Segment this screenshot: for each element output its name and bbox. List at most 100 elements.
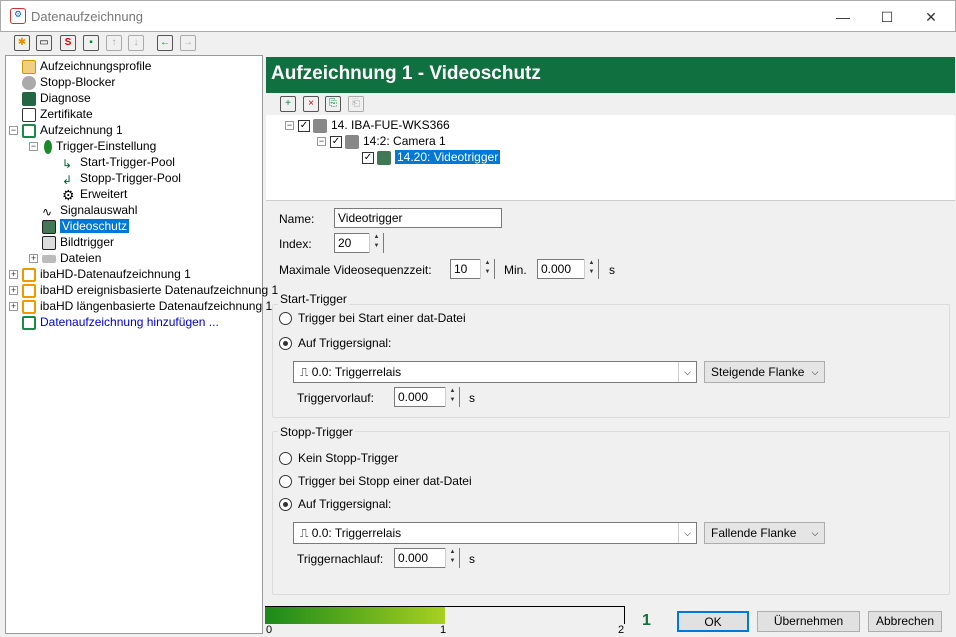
tree-item-aufzeichnungsprofile[interactable]: Aufzeichnungsprofile <box>22 58 151 74</box>
tree-item-ibahd-datenaufzeichnung[interactable]: ibaHD-Datenaufzeichnung 1 <box>22 266 191 282</box>
label: ibaHD längenbasierte Datenaufzeichnung 1 <box>40 299 273 313</box>
posttrigger-unit: s <box>469 552 475 566</box>
minutes-stepper[interactable]: ▲ ▼ <box>480 259 494 279</box>
index-stepper[interactable]: ▲ ▼ <box>369 233 383 253</box>
value: 0.0: Triggerrelais <box>311 365 402 379</box>
tree-item-start-trigger-pool[interactable]: ↳ Start-Trigger-Pool <box>62 154 175 171</box>
maximize-button[interactable]: ☐ <box>867 5 907 29</box>
tree-item-erweitert[interactable]: ⚙ Erweitert <box>62 186 127 202</box>
start-radio-trigger-signal[interactable]: Auf Triggersignal: <box>279 336 391 351</box>
posttrigger-stepper[interactable]: ▲ ▼ <box>445 548 459 568</box>
move-down-icon[interactable]: ↓ <box>128 35 144 51</box>
label: Start-Trigger-Pool <box>80 155 175 169</box>
tree-item-trigger-einstellung[interactable]: Trigger-Einstellung <box>44 138 156 154</box>
collapse-icon[interactable]: − <box>317 137 326 146</box>
name-label: Name: <box>279 212 315 226</box>
close-button[interactable]: ✕ <box>911 5 951 29</box>
tree-item-diagnose[interactable]: Diagnose <box>22 90 91 106</box>
tree-item-videoschutz[interactable]: Videoschutz <box>42 218 130 234</box>
checkbox[interactable]: ✓ <box>298 119 310 132</box>
checkbox[interactable]: ✓ <box>362 151 374 164</box>
tree-item-bildtrigger[interactable]: Bildtrigger <box>42 234 114 250</box>
chevron-down-icon: ⌵ <box>811 528 819 538</box>
pretrigger-stepper[interactable]: ▲ ▼ <box>445 387 459 407</box>
stop-signal-dropdown[interactable]: ⎍ 0.0: Triggerrelais ⌵ <box>293 522 697 544</box>
name-input[interactable] <box>334 208 502 228</box>
start-edge-dropdown[interactable]: Steigende Flanke ⌵ <box>704 361 825 383</box>
window-title: Datenaufzeichnung <box>31 9 144 24</box>
device-tree: − ✓ 14. IBA-FUE-WKS366 − ✓ 14:2: Camera 1 … <box>266 115 955 201</box>
checkbox[interactable]: ✓ <box>330 135 342 148</box>
tree-item-zertifikate[interactable]: Zertifikate <box>22 106 93 122</box>
label: Trigger bei Start einer dat-Datei <box>298 311 466 325</box>
app-icon: ⚙ <box>10 8 26 24</box>
seconds-label: s <box>609 263 615 277</box>
certificate-icon <box>22 107 36 122</box>
add-device-icon[interactable]: + <box>280 96 296 112</box>
ok-button[interactable]: OK <box>677 611 749 632</box>
label: ibaHD ereignisbasierte Datenaufzeichnung… <box>40 283 279 297</box>
apply-button[interactable]: Übernehmen <box>757 611 860 632</box>
trigger-icon <box>44 139 52 154</box>
paste-icon[interactable]: ⎗ <box>348 96 364 112</box>
open-folder-icon[interactable]: ▭ <box>36 35 52 51</box>
expand-icon[interactable]: + <box>29 254 38 263</box>
tree-item-stopp-blocker[interactable]: Stopp-Blocker <box>22 74 115 90</box>
signal-wave-icon: ∿ <box>42 204 53 219</box>
posttrigger-label: Triggernachlauf: <box>297 552 384 566</box>
stop-radio-dat-file[interactable]: Trigger bei Stopp einer dat-Datei <box>279 474 472 489</box>
ibahd-icon <box>22 267 36 282</box>
label: Aufzeichnung 1 <box>40 123 123 137</box>
save-icon[interactable]: ▪ <box>83 35 99 51</box>
collapse-icon[interactable]: − <box>9 126 18 135</box>
stop-radio-trigger-signal[interactable]: Auf Triggersignal: <box>279 497 392 512</box>
seconds-stepper[interactable]: ▲ ▼ <box>584 259 598 279</box>
expand-icon[interactable]: + <box>9 302 18 311</box>
max-sequence-label: Maximale Videosequenzzeit: <box>279 263 432 277</box>
back-icon[interactable]: ← <box>157 35 173 51</box>
tree-item-ibahd-laengenbasiert[interactable]: ibaHD längenbasierte Datenaufzeichnung 1 <box>22 298 272 314</box>
label: Auf Triggersignal: <box>298 497 392 511</box>
device-trigger[interactable]: ✓ 14.20: Videotrigger <box>362 149 501 165</box>
add-icon <box>22 315 36 330</box>
cancel-button[interactable]: Abbrechen <box>868 611 942 632</box>
start-signal-dropdown[interactable]: ⎍ 0.0: Triggerrelais ⌵ <box>293 361 697 383</box>
label: Trigger bei Stopp einer dat-Datei <box>298 474 472 488</box>
start-radio-dat-file[interactable]: Trigger bei Start einer dat-Datei <box>279 311 466 326</box>
open-s-icon[interactable]: S <box>60 35 76 51</box>
pulse-icon: ⎍ <box>300 365 312 379</box>
label: Trigger-Einstellung <box>56 139 157 153</box>
stop-radio-none[interactable]: Kein Stopp-Trigger <box>279 451 398 466</box>
collapse-icon[interactable]: − <box>285 121 294 130</box>
minimize-button[interactable]: — <box>823 5 863 29</box>
ibahd-event-icon <box>22 283 36 298</box>
camera-icon <box>345 134 359 149</box>
expand-icon[interactable]: + <box>9 270 18 279</box>
stop-trigger-title: Stopp-Trigger <box>278 425 355 439</box>
tree-item-signalauswahl[interactable]: ∿ Signalauswahl <box>42 202 138 219</box>
drive-icon <box>42 254 56 263</box>
label: ibaHD-Datenaufzeichnung 1 <box>40 267 191 281</box>
tree-item-dateien[interactable]: Dateien <box>42 250 101 266</box>
tree-item-aufzeichnung-1[interactable]: Aufzeichnung 1 <box>22 122 123 138</box>
radio-icon <box>279 312 292 326</box>
label: Zertifikate <box>40 107 93 121</box>
page-title: Aufzeichnung 1 - Videoschutz <box>266 57 955 93</box>
stop-edge-dropdown[interactable]: Fallende Flanke ⌵ <box>704 522 825 544</box>
tree-item-stopp-trigger-pool[interactable]: ↲ Stopp-Trigger-Pool <box>62 170 181 187</box>
label: Diagnose <box>40 91 91 105</box>
device-camera[interactable]: ✓ 14:2: Camera 1 <box>330 133 446 149</box>
delete-device-icon[interactable]: × <box>303 96 319 112</box>
forward-icon[interactable]: → <box>180 35 196 51</box>
collapse-icon[interactable]: − <box>29 142 38 151</box>
add-recording-link[interactable]: Datenaufzeichnung hinzufügen ... <box>22 314 219 330</box>
copy-icon[interactable]: ⎘ <box>325 96 341 112</box>
expand-icon[interactable]: + <box>9 286 18 295</box>
move-up-icon[interactable]: ↑ <box>106 35 122 51</box>
device-server[interactable]: ✓ 14. IBA-FUE-WKS366 <box>298 117 450 133</box>
label: Signalauswahl <box>60 203 138 217</box>
new-icon[interactable]: ✱ <box>14 35 30 51</box>
scale-2: 2 <box>618 624 625 636</box>
tree-item-ibahd-ereignisbasiert[interactable]: ibaHD ereignisbasierte Datenaufzeichnung… <box>22 282 278 298</box>
image-icon <box>42 235 56 250</box>
